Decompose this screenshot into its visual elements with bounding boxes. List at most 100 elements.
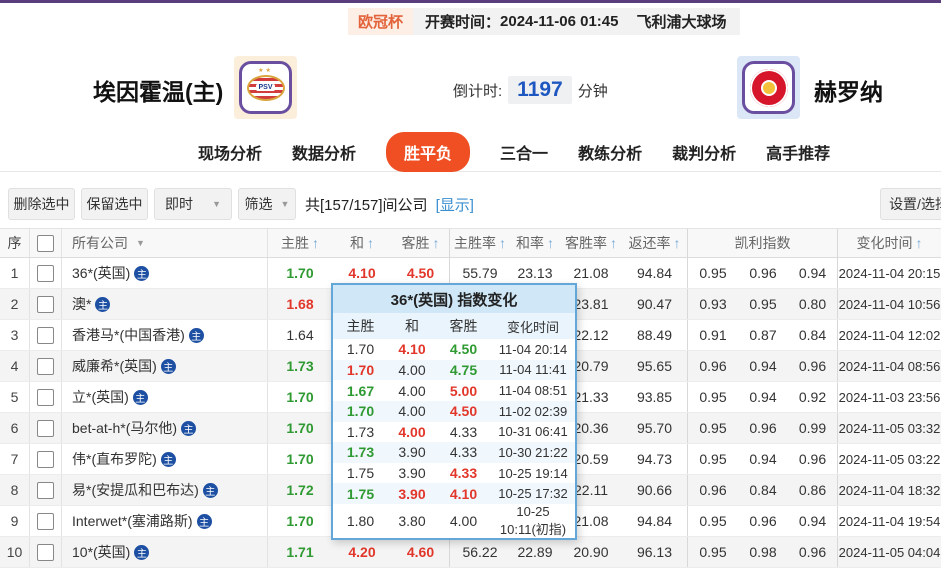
- tab-referee-analysis[interactable]: 裁判分析: [672, 140, 736, 164]
- home-team-name: 埃因霍温(主): [93, 79, 224, 105]
- row-checkbox[interactable]: [37, 450, 54, 468]
- show-link[interactable]: [显示]: [436, 194, 474, 215]
- popup-draw-odds: 4.00: [398, 382, 426, 399]
- row-checkbox[interactable]: [37, 357, 54, 375]
- home-badge-icon: 主: [188, 327, 204, 343]
- odds-home: 1.72: [286, 482, 314, 498]
- company-name[interactable]: Interwet*(塞浦路斯): [72, 511, 193, 531]
- row-number: 6: [0, 413, 30, 443]
- row-checkbox-cell: [30, 475, 62, 505]
- kelly-draw: 0.96: [749, 513, 777, 529]
- tab-data-analysis[interactable]: 数据分析: [292, 140, 356, 164]
- header-draw-rate[interactable]: 和率 ↑: [510, 229, 560, 257]
- company-name[interactable]: bet-at-h*(马尔他): [72, 418, 177, 438]
- header-home-odds[interactable]: 主胜 ↑: [268, 229, 332, 257]
- row-checkbox[interactable]: [37, 419, 54, 437]
- odds-history-popup: 36*(英国) 指数变化 主胜 和 客胜 变化时间 1.70 4.10 4.50 11…: [331, 283, 577, 540]
- odds-home: 1.70: [286, 389, 314, 405]
- row-checkbox[interactable]: [37, 543, 54, 561]
- kelly-draw: 0.94: [749, 358, 777, 374]
- settings-button[interactable]: 设置/选择: [880, 188, 941, 220]
- company-name[interactable]: 伟*(直布罗陀): [72, 449, 157, 469]
- kelly-home: 0.95: [699, 389, 727, 405]
- instant-dropdown[interactable]: 即时 ▼: [154, 188, 232, 220]
- home-badge-icon: 主: [160, 358, 176, 374]
- change-time: 2024-11-04 18:32: [838, 482, 941, 498]
- kelly-draw: 0.98: [749, 544, 777, 560]
- toolbar: 删除选中 保留选中 即时 ▼ 筛选 ▼ 共[157/157]间公司 [显示] 设置/…: [0, 188, 941, 220]
- filter-dropdown[interactable]: 筛选 ▼: [238, 188, 296, 220]
- kelly-away: 0.99: [788, 413, 838, 443]
- popup-away-odds: 4.33: [449, 423, 478, 440]
- header-away-odds[interactable]: 客胜 ↑: [392, 229, 450, 257]
- chevron-down-icon: ▼: [212, 199, 221, 209]
- row-checkbox-cell: [30, 382, 62, 412]
- tab-three-in-one[interactable]: 三合一: [500, 140, 548, 164]
- odds-home: 1.68: [286, 296, 314, 312]
- header-company[interactable]: 所有公司 ▼: [62, 229, 268, 257]
- delete-selected-button[interactable]: 删除选中: [8, 188, 75, 220]
- header-change-time[interactable]: 变化时间 ↑: [838, 229, 941, 257]
- company-cell: Interwet*(塞浦路斯) 主: [62, 506, 268, 536]
- home-badge-icon: 主: [134, 544, 150, 560]
- header-return-rate[interactable]: 返还率 ↑: [622, 229, 688, 257]
- sort-up-icon: ↑: [312, 235, 319, 251]
- kelly-away: 0.96: [788, 351, 838, 381]
- popup-draw-odds: 3.90: [398, 465, 426, 482]
- row-checkbox[interactable]: [37, 481, 54, 499]
- tab-win-draw-lose[interactable]: 胜平负: [386, 131, 471, 172]
- home-badge-icon: 主: [132, 389, 148, 405]
- company-name[interactable]: 易*(安提瓜和巴布达): [72, 480, 199, 500]
- odds-home: 1.71: [286, 544, 314, 560]
- keep-selected-button[interactable]: 保留选中: [81, 188, 148, 220]
- popup-draw-odds: 4.00: [398, 361, 426, 378]
- popup-away-odds: 4.50: [449, 403, 478, 420]
- row-checkbox-cell: [30, 289, 62, 319]
- company-name[interactable]: 立*(英国): [72, 387, 129, 407]
- venue-name: 飞利浦大球场: [636, 14, 727, 31]
- popup-row: 1.70 4.00 4.75 11-04 11:41: [333, 359, 575, 381]
- kelly-home: 0.96: [699, 358, 727, 374]
- nav-tabs: 现场分析 数据分析 胜平负 三合一 教练分析 裁判分析 高手推荐: [0, 131, 941, 172]
- company-name[interactable]: 10*(英国): [72, 542, 130, 562]
- row-checkbox-cell: [30, 413, 62, 443]
- tab-live-analysis[interactable]: 现场分析: [198, 140, 262, 164]
- company-name[interactable]: 威廉希*(英国): [72, 356, 157, 376]
- popup-away-odds: 5.00: [449, 382, 478, 399]
- header-away-rate[interactable]: 客胜率 ↑: [560, 229, 622, 257]
- row-checkbox[interactable]: [37, 264, 54, 282]
- rate-home: 56.22: [462, 544, 498, 560]
- girona-crest-icon: [742, 61, 795, 114]
- tab-expert-picks[interactable]: 高手推荐: [766, 140, 830, 164]
- popup-row: 1.75 3.90 4.33 10-25 19:14: [333, 463, 575, 484]
- popup-title: 36*(英国) 指数变化: [333, 285, 575, 313]
- return-rate: 94.73: [622, 444, 688, 474]
- company-name[interactable]: 36*(英国): [72, 263, 130, 283]
- odds-home: 1.70: [286, 265, 314, 281]
- odds-home: 1.64: [286, 327, 314, 343]
- popup-away-odds: 4.50: [449, 341, 478, 358]
- popup-row: 1.80 3.80 4.00 10-25 10:11(初指): [333, 504, 575, 538]
- header-draw-odds[interactable]: 和 ↑: [332, 229, 392, 257]
- popup-row: 1.67 4.00 5.00 11-04 08:51: [333, 380, 575, 401]
- row-number: 8: [0, 475, 30, 505]
- company-name[interactable]: 澳*: [72, 294, 91, 314]
- header-home-rate[interactable]: 主胜率 ↑: [450, 229, 510, 257]
- select-all-checkbox[interactable]: [37, 234, 54, 252]
- row-number: 7: [0, 444, 30, 474]
- row-checkbox[interactable]: [37, 295, 54, 313]
- popup-body: 1.70 4.10 4.50 11-04 20:14 1.70 4.00 4.75 11-04…: [333, 339, 575, 538]
- change-time: 2024-11-04 19:54: [838, 513, 941, 529]
- row-checkbox[interactable]: [37, 326, 54, 344]
- kelly-away: 0.94: [788, 258, 838, 288]
- home-badge-icon: 主: [134, 265, 150, 281]
- row-checkbox[interactable]: [37, 388, 54, 406]
- return-rate: 88.49: [622, 320, 688, 350]
- psv-crest-icon: ★★ PSV: [239, 61, 292, 114]
- change-time: 2024-11-05 03:32: [838, 420, 941, 436]
- row-checkbox-cell: [30, 320, 62, 350]
- tab-coach-analysis[interactable]: 教练分析: [578, 140, 642, 164]
- row-checkbox[interactable]: [37, 512, 54, 530]
- kelly-home: 0.91: [699, 327, 727, 343]
- company-name[interactable]: 香港马*(中国香港): [72, 325, 185, 345]
